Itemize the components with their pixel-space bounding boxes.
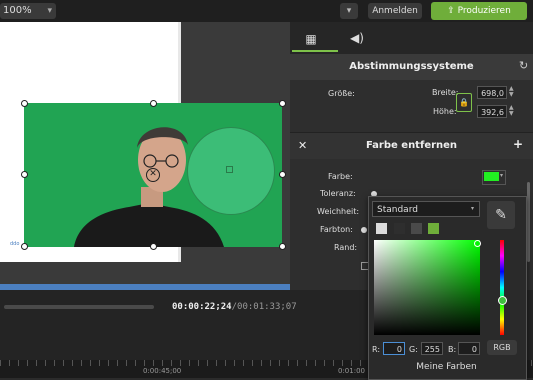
resize-handle[interactable]	[279, 100, 286, 107]
resize-handle[interactable]	[279, 243, 286, 250]
color-swatch[interactable]	[376, 223, 387, 234]
hue-slider-thumb[interactable]	[361, 227, 367, 233]
current-time: 00:00:22;24	[172, 302, 232, 312]
my-colors-label[interactable]: Meine Farben	[368, 362, 525, 372]
close-icon[interactable]: ✕	[146, 168, 160, 182]
share-icon: ⇪	[447, 6, 458, 16]
slide-link-text: ddo	[10, 241, 20, 247]
produce-label: Produzieren	[457, 6, 511, 16]
ruler-label: 0:00:45;00	[143, 367, 182, 375]
width-label: Breite:	[432, 88, 459, 97]
width-input[interactable]: 698,0	[477, 86, 507, 99]
reset-icon[interactable]: ↻	[519, 59, 528, 72]
resize-handle[interactable]	[150, 243, 157, 250]
chevron-down-icon: ▾	[500, 172, 504, 179]
panel-scrollbar[interactable]	[527, 182, 530, 262]
color-swatch[interactable]	[411, 223, 422, 234]
center-handle[interactable]	[226, 166, 233, 173]
blue-input[interactable]: 0	[458, 342, 480, 355]
resize-handle[interactable]	[150, 100, 157, 107]
resize-handle[interactable]	[21, 243, 28, 250]
color-swatch[interactable]	[428, 223, 439, 234]
produce-button[interactable]: ⇪ Produzieren	[431, 2, 527, 20]
resize-handle[interactable]	[279, 171, 286, 178]
resize-handle[interactable]	[21, 171, 28, 178]
color-swatch-fill	[484, 172, 499, 181]
height-label: Höhe:	[433, 107, 457, 116]
effect-title: Farbe entfernen	[365, 140, 458, 151]
tolerance-label: Toleranz:	[320, 189, 356, 198]
height-stepper-icon[interactable]: ▲ ▼	[509, 105, 514, 117]
visual-properties-tab-icon[interactable]: ▦	[302, 32, 320, 46]
active-tab-indicator	[292, 50, 338, 52]
softness-label: Weichheit:	[317, 207, 360, 216]
ruler-label: 0:01:00	[338, 367, 365, 375]
add-icon[interactable]: +	[513, 137, 523, 151]
red-input[interactable]: 0	[383, 342, 405, 355]
section-title: Abstimmungssysteme	[349, 61, 474, 72]
total-time: 00:01:33;07	[237, 302, 297, 312]
scrub-bar[interactable]	[4, 305, 154, 309]
hue-slider[interactable]	[500, 240, 504, 335]
saturation-field[interactable]	[374, 240, 480, 335]
edge-label: Rand:	[334, 243, 358, 252]
chevron-down-icon: ▾	[471, 205, 475, 212]
color-mode-button[interactable]: RGB	[487, 340, 517, 355]
green-label: G:	[409, 345, 418, 354]
lock-icon[interactable]: 🔒	[456, 93, 472, 112]
palette-select[interactable]: Standard	[372, 201, 480, 217]
red-label: R:	[372, 345, 381, 354]
green-input[interactable]: 255	[421, 342, 443, 355]
zoom-dropdown[interactable]: 100% ▾	[0, 3, 56, 19]
timecode: 00:00:22;24/00:01:33;07	[172, 302, 297, 312]
audio-properties-tab-icon[interactable]: ◀)	[350, 31, 364, 45]
hue-slider-handle[interactable]	[498, 296, 507, 305]
zoom-value: 100%	[3, 5, 32, 16]
color-label: Farbe:	[328, 172, 353, 181]
dropdown-button[interactable]: ▾	[340, 3, 358, 19]
hue-label: Farbton:	[320, 225, 353, 234]
width-stepper-icon[interactable]: ▲ ▼	[509, 86, 514, 98]
blue-label: B:	[448, 345, 457, 354]
chevron-down-icon: ▾	[47, 6, 52, 16]
height-input[interactable]: 392,6	[477, 105, 507, 118]
saturation-cursor[interactable]	[474, 240, 481, 247]
login-button[interactable]: Anmelden	[368, 3, 422, 19]
eyedropper-icon[interactable]: ✎	[487, 201, 515, 229]
color-swatch[interactable]	[394, 223, 405, 234]
resize-handle[interactable]	[21, 100, 28, 107]
size-label: Größe:	[328, 89, 355, 98]
